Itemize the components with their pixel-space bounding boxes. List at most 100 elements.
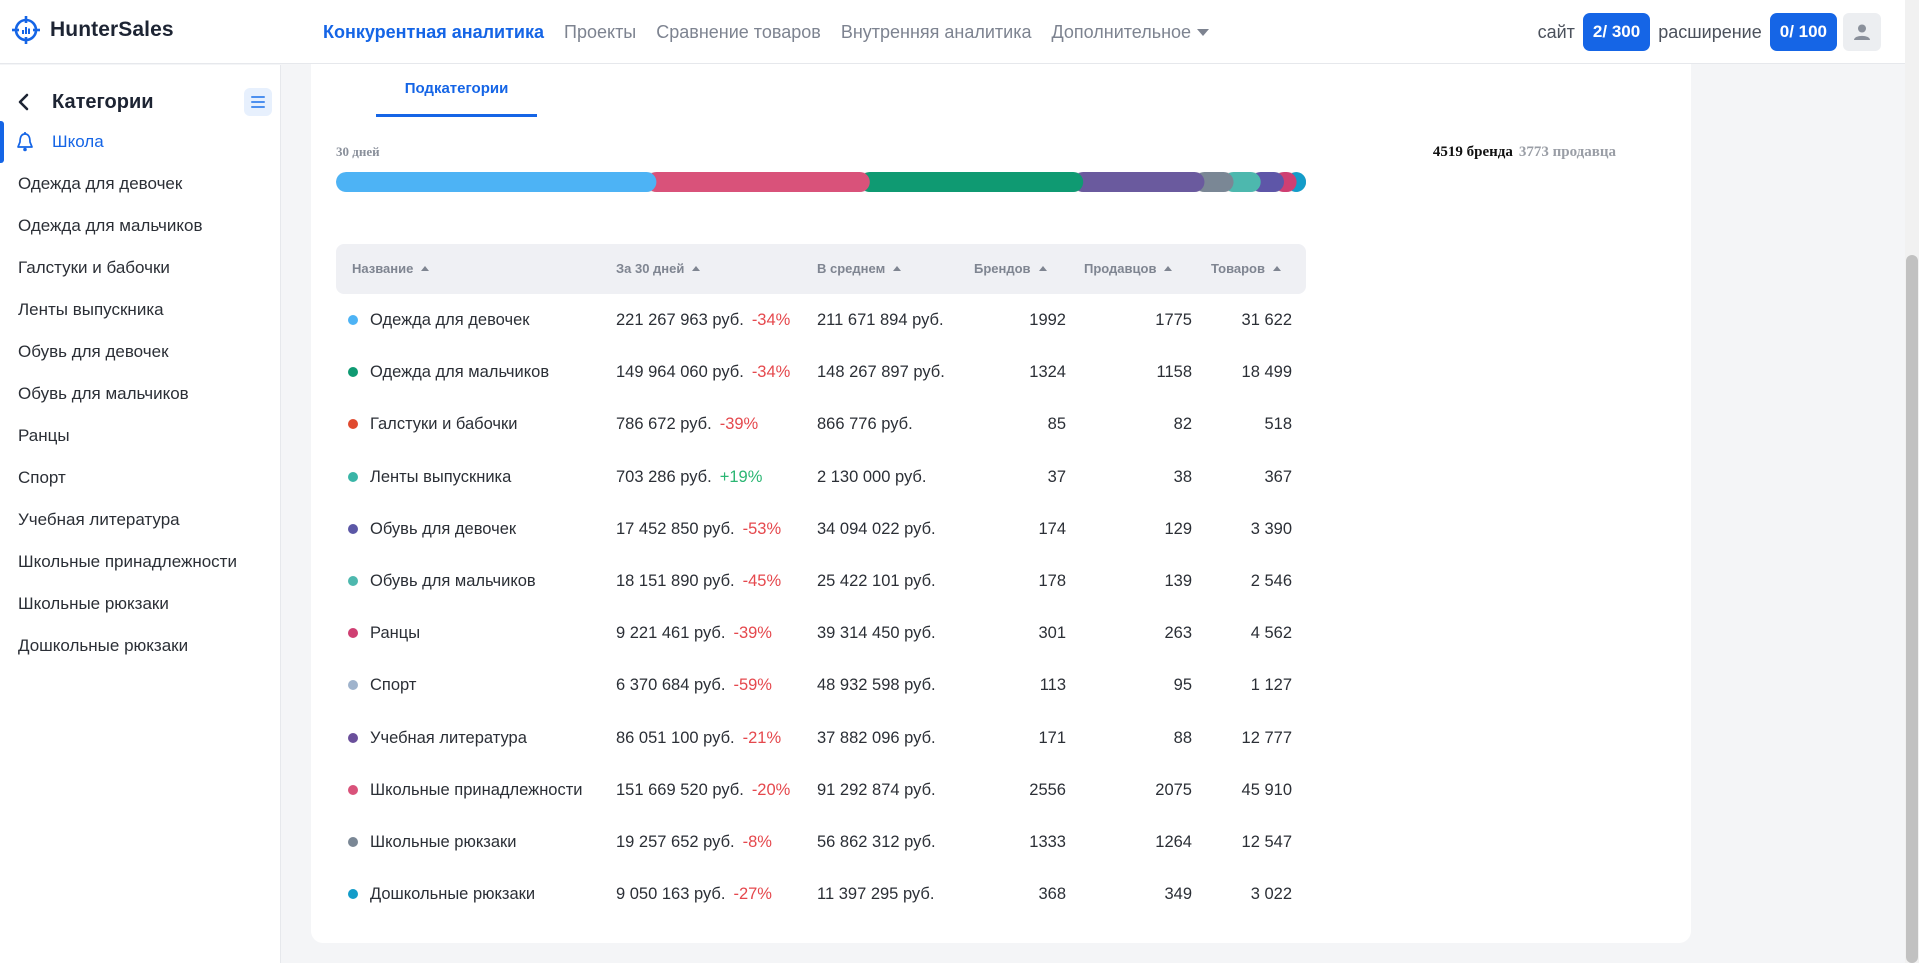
- cell-name[interactable]: Одежда для девочек: [370, 294, 529, 346]
- column-header-label: В среднем: [817, 261, 886, 276]
- revenue-change: +19%: [719, 467, 763, 486]
- column-header-brands[interactable]: Брендов: [974, 244, 1047, 294]
- table-row[interactable]: Галстуки и бабочки 786 672 руб. -39% 866 77…: [336, 398, 1306, 450]
- sidebar-title: Категории: [52, 90, 154, 113]
- cell-name[interactable]: Школьные принадлежности: [370, 764, 583, 816]
- sidebar-item[interactable]: Одежда для девочек: [18, 163, 237, 205]
- cell-brands: 171: [1038, 728, 1066, 747]
- sidebar-item[interactable]: Школьные рюкзаки: [18, 583, 237, 625]
- cell-revenue-30-days: 9 050 163 руб. -27%: [616, 868, 772, 920]
- sidebar-item[interactable]: Спорт: [18, 457, 237, 499]
- category-color-dot: [348, 419, 358, 430]
- sidebar-item[interactable]: Ранцы: [18, 415, 237, 457]
- subcategories-card: Подкатегории 30 дней 4519 бренда 3773 про…: [311, 64, 1691, 943]
- cell-sellers: 139: [1164, 571, 1192, 590]
- nav-product-comparison[interactable]: Сравнение товаров: [656, 22, 821, 43]
- site-limit-badge[interactable]: 2/ 300: [1582, 13, 1651, 51]
- table-row[interactable]: Спорт 6 370 684 руб. -59% 48 932 598 руб. 11…: [336, 659, 1306, 711]
- table-row[interactable]: Обувь для мальчиков 18 151 890 руб. -45% 25…: [336, 555, 1306, 607]
- cell-average: 48 932 598 руб.: [817, 676, 936, 695]
- logo[interactable]: HunterSales: [12, 16, 174, 44]
- revenue-change: -45%: [742, 571, 782, 590]
- column-header-30-days[interactable]: За 30 дней: [616, 244, 701, 294]
- cell-name[interactable]: Галстуки и бабочки: [370, 398, 517, 450]
- cell-sellers: 38: [1173, 467, 1192, 486]
- cell-sellers: 263: [1164, 624, 1192, 643]
- sellers-count: 3773 продавца: [1518, 144, 1616, 160]
- category-color-dot: [348, 889, 358, 900]
- table-row[interactable]: Школьные рюкзаки 19 257 652 руб. -8% 56 862…: [336, 816, 1306, 868]
- revenue-value: 9 050 163 руб.: [616, 885, 726, 904]
- revenue-value: 786 672 руб.: [616, 415, 712, 434]
- cell-brands: 368: [1038, 885, 1066, 904]
- table-row[interactable]: Одежда для мальчиков 149 964 060 руб. -34%…: [336, 346, 1306, 398]
- scrollbar-thumb[interactable]: [1906, 255, 1918, 963]
- sidebar-header: Категории: [16, 85, 272, 119]
- cell-name[interactable]: Обувь для мальчиков: [370, 555, 536, 607]
- page-scrollbar[interactable]: [1905, 0, 1919, 963]
- cell-name[interactable]: Учебная литература: [370, 712, 527, 764]
- cell-revenue-30-days: 9 221 461 руб. -39%: [616, 607, 772, 659]
- nav-internal-analytics[interactable]: Внутренняя аналитика: [841, 22, 1032, 43]
- table-body: Одежда для девочек 221 267 963 руб. -34% 21…: [336, 294, 1306, 920]
- cell-name[interactable]: Одежда для мальчиков: [370, 346, 549, 398]
- table-row[interactable]: Обувь для девочек 17 452 850 руб. -53% 34 0…: [336, 503, 1306, 555]
- sort-up-icon: [1164, 266, 1173, 272]
- sidebar-item[interactable]: Галстуки и бабочки: [18, 247, 237, 289]
- nav-projects[interactable]: Проекты: [564, 22, 636, 43]
- cell-sellers: 1775: [1155, 311, 1192, 329]
- share-segment: [1073, 172, 1205, 192]
- table-row[interactable]: Учебная литература 86 051 100 руб. -21% 37 …: [336, 712, 1306, 764]
- revenue-change: -8%: [742, 832, 772, 851]
- sidebar-item[interactable]: Обувь для девочек: [18, 331, 237, 373]
- cell-name[interactable]: Дошкольные рюкзаки: [370, 868, 535, 920]
- sidebar-item[interactable]: Учебная литература: [18, 499, 237, 541]
- cell-average: 866 776 руб.: [817, 415, 913, 434]
- cell-name[interactable]: Спорт: [370, 659, 416, 711]
- sidebar-item[interactable]: Дошкольные рюкзаки: [18, 625, 237, 667]
- nav-more-dropdown[interactable]: Дополнительное: [1052, 22, 1210, 43]
- category-color-dot: [348, 367, 358, 378]
- table-row[interactable]: Дошкольные рюкзаки 9 050 163 руб. -27% 11 3…: [336, 868, 1306, 920]
- crosshair-target-icon: [12, 16, 40, 44]
- brand-seller-counts: 4519 бренда 3773 продавца: [1104, 144, 1616, 161]
- list-menu-icon[interactable]: [244, 88, 272, 116]
- cell-revenue-30-days: 149 964 060 руб. -34%: [616, 346, 790, 398]
- tab-subcategories[interactable]: Подкатегории: [376, 80, 537, 117]
- column-header-average[interactable]: В среднем: [817, 244, 902, 294]
- active-indicator: [0, 121, 4, 163]
- share-segment: [646, 172, 870, 192]
- column-header-name[interactable]: Название: [352, 244, 430, 294]
- table-row[interactable]: Школьные принадлежности 151 669 520 руб. -…: [336, 764, 1306, 816]
- cell-revenue-30-days: 151 669 520 руб. -20%: [616, 764, 790, 816]
- user-avatar-button[interactable]: [1843, 13, 1881, 51]
- category-color-dot: [348, 628, 358, 639]
- cell-name[interactable]: Обувь для девочек: [370, 503, 516, 555]
- sidebar-item[interactable]: Школьные принадлежности: [18, 541, 237, 583]
- column-header-goods[interactable]: Товаров: [1211, 244, 1281, 294]
- cell-name[interactable]: Ленты выпускника: [370, 451, 511, 503]
- revenue-change: -27%: [733, 885, 772, 904]
- caret-down-icon: [1197, 29, 1210, 37]
- nav-competitive-analytics[interactable]: Конкурентная аналитика: [323, 22, 544, 43]
- revenue-change: -34%: [751, 363, 791, 382]
- cell-brands: 37: [1047, 467, 1066, 486]
- sidebar-item[interactable]: Одежда для мальчиков: [18, 205, 237, 247]
- revenue-change: -39%: [719, 415, 759, 434]
- cell-sellers: 2075: [1155, 780, 1192, 799]
- table-row[interactable]: Ранцы 9 221 461 руб. -39% 39 314 450 руб. 30…: [336, 607, 1306, 659]
- back-arrow-icon[interactable]: [16, 92, 36, 112]
- column-header-label: За 30 дней: [616, 261, 685, 276]
- column-header-sellers[interactable]: Продавцов: [1084, 244, 1173, 294]
- extension-limit-badge[interactable]: 0/ 100: [1769, 13, 1837, 51]
- sidebar-item[interactable]: Обувь для мальчиков: [18, 373, 237, 415]
- cell-revenue-30-days: 18 151 890 руб. -45%: [616, 555, 781, 607]
- cell-name[interactable]: Школьные рюкзаки: [370, 816, 516, 868]
- cell-name[interactable]: Ранцы: [370, 607, 420, 659]
- brands-count: 4519 бренда: [1432, 144, 1513, 160]
- sidebar-item[interactable]: Ленты выпускника: [18, 289, 237, 331]
- sidebar-item-active[interactable]: Школа: [0, 121, 281, 163]
- table-row[interactable]: Ленты выпускника 703 286 руб. +19% 2 130 00…: [336, 451, 1306, 503]
- table-row[interactable]: Одежда для девочек 221 267 963 руб. -34% 21…: [336, 294, 1306, 346]
- column-header-label: Брендов: [974, 261, 1031, 276]
